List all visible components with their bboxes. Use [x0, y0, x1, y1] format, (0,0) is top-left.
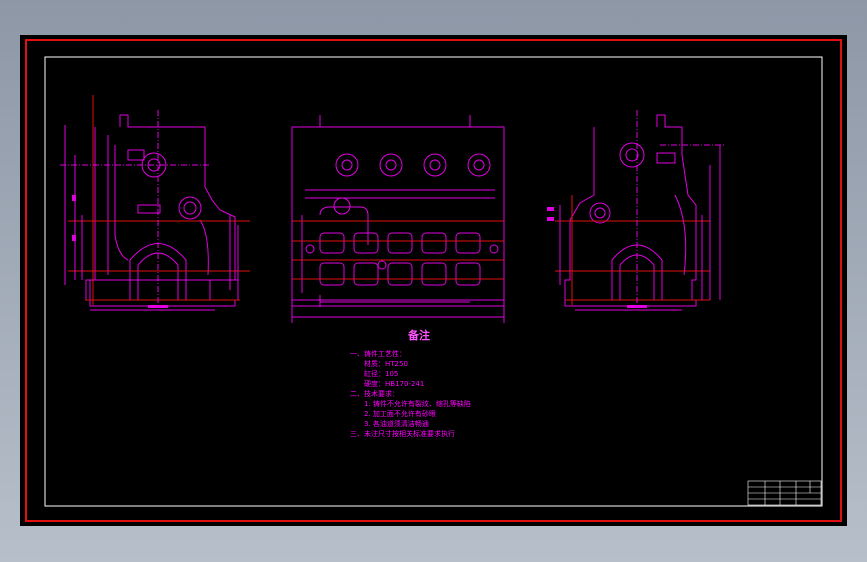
- notes-line: 1. 铸件不允许有裂纹、缩孔等缺陷: [364, 400, 471, 408]
- notes-line: 三、未注尺寸按相关标准要求执行: [350, 430, 455, 438]
- notes-line: 材质：HT250: [364, 360, 408, 368]
- title-block: [747, 480, 822, 506]
- right-side-view: [547, 110, 725, 311]
- notes-line: 3. 各油道须清洁畅通: [364, 420, 429, 428]
- notes-line: 2. 加工面不允许有砂眼: [364, 410, 436, 418]
- notes-title: 备注: [408, 329, 430, 342]
- notes-line: 一、铸件工艺性：: [350, 350, 406, 358]
- notes-line: 缸径：105: [364, 370, 399, 378]
- drawing-sheet: [25, 39, 842, 522]
- center-front-view: [291, 115, 505, 323]
- cad-drawing-canvas[interactable]: 备注 一、铸件工艺性： 材质：HT250 缸径：105 硬度：HB170-241…: [20, 35, 847, 526]
- notes-line: 二、技术要求：: [350, 390, 399, 398]
- notes-block: 备注 一、铸件工艺性： 材质：HT250 缸径：105 硬度：HB170-241…: [350, 327, 610, 439]
- notes-line: 硬度：HB170-241: [364, 380, 425, 388]
- left-side-view: [60, 95, 250, 311]
